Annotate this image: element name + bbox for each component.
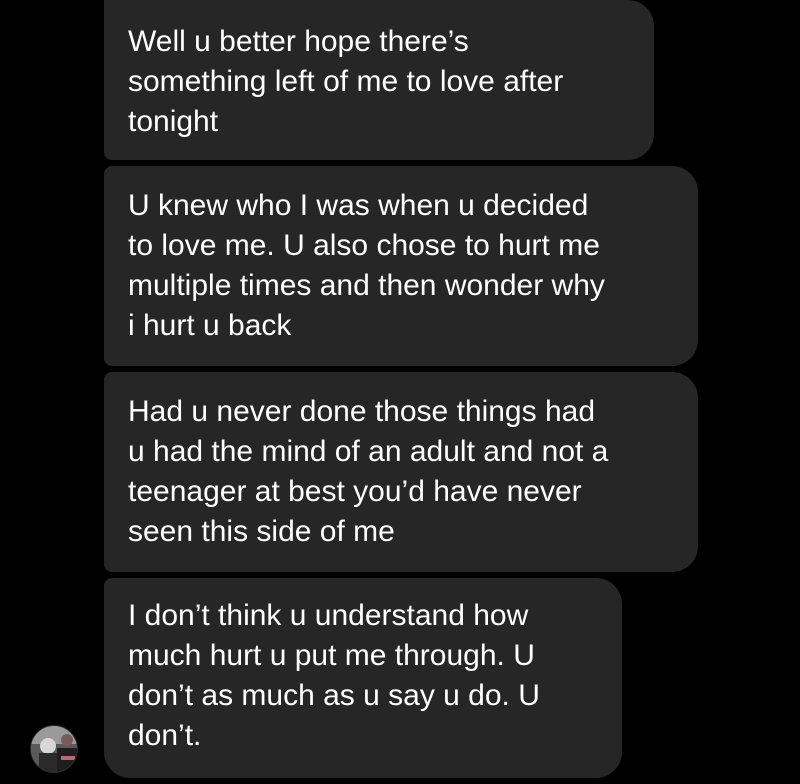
sender-avatar[interactable]	[30, 725, 78, 773]
avatar-photo-icon	[31, 726, 77, 772]
message-bubble[interactable]: U knew who I was when u decided to love …	[104, 166, 698, 366]
message-bubble[interactable]: Well u better hope there’s something lef…	[104, 0, 654, 160]
message-bubble[interactable]: Had u never done those things had u had …	[104, 372, 698, 572]
message-thread: Well u better hope there’s something lef…	[0, 0, 800, 784]
message-bubble[interactable]: I don’t think u understand how much hurt…	[104, 578, 622, 778]
